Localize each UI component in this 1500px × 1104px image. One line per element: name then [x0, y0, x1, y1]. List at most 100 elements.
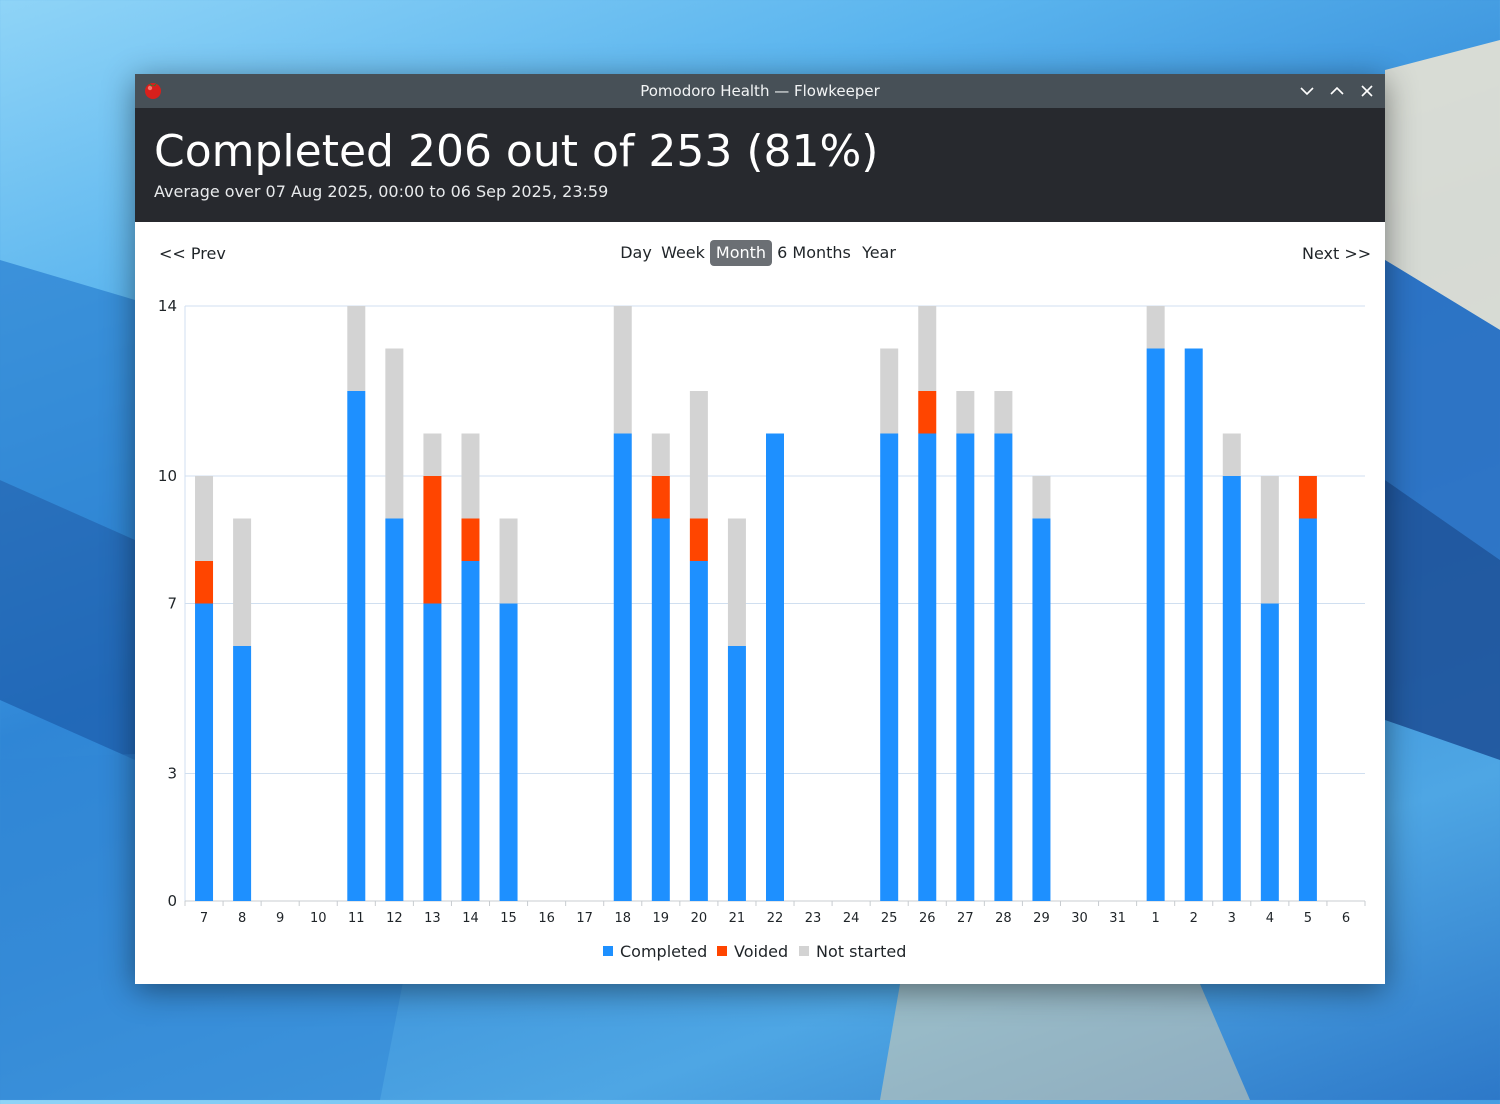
bar-not-started	[499, 518, 518, 604]
x-tick-label: 30	[1071, 911, 1088, 926]
x-tick-label: 23	[805, 911, 822, 926]
bar-completed	[1032, 518, 1051, 901]
bar-not-started	[423, 433, 442, 476]
x-tick-label: 16	[538, 911, 555, 926]
legend-not-started: Not started	[799, 942, 906, 961]
bar-voided	[651, 476, 670, 519]
bar-not-started	[956, 391, 975, 434]
x-tick-label: 27	[957, 911, 974, 926]
bar-not-started	[347, 306, 366, 391]
bar-not-started	[994, 391, 1013, 434]
app-window: Pomodoro Health — Flowkeeper Completed 2…	[135, 74, 1385, 984]
period-subtitle: Average over 07 Aug 2025, 00:00 to 06 Se…	[154, 182, 609, 201]
bar-not-started	[651, 433, 670, 476]
y-tick-label: 7	[167, 595, 177, 613]
x-tick-label: 24	[843, 911, 860, 926]
tab-6-months[interactable]: 6 Months	[777, 240, 851, 266]
title-bar[interactable]: Pomodoro Health — Flowkeeper	[135, 74, 1385, 108]
y-tick-label: 0	[167, 892, 177, 910]
x-tick-label: 4	[1266, 911, 1274, 926]
legend-label-voided: Voided	[734, 942, 789, 961]
legend-voided: Voided	[717, 942, 788, 961]
bar-not-started	[385, 348, 404, 519]
tab-month[interactable]: Month	[710, 240, 772, 266]
bar-voided	[195, 561, 214, 604]
bar-completed	[766, 433, 784, 901]
bar-not-started	[195, 476, 214, 561]
x-tick-label: 9	[276, 911, 284, 926]
legend-swatch-voided	[717, 946, 727, 956]
close-icon[interactable]	[1357, 81, 1377, 101]
legend-label-completed: Completed	[620, 942, 708, 961]
bar-not-started	[233, 518, 252, 646]
tab-week[interactable]: Week	[661, 240, 705, 266]
bar-not-started	[1260, 476, 1279, 604]
x-tick-label: 11	[348, 911, 365, 926]
legend-swatch-not-started	[799, 946, 809, 956]
bar-completed	[918, 433, 937, 901]
bar-completed	[233, 646, 252, 901]
x-tick-label: 5	[1304, 911, 1312, 926]
completion-headline: Completed 206 out of 253 (81%)	[154, 126, 879, 177]
bar-completed	[461, 561, 480, 901]
bar-not-started	[1146, 306, 1165, 349]
x-tick-label: 7	[200, 911, 208, 926]
bar-voided	[461, 518, 480, 561]
prev-button[interactable]: << Prev	[159, 244, 226, 263]
minimize-icon[interactable]	[1297, 81, 1317, 101]
y-tick-label: 3	[167, 765, 177, 783]
bar-not-started	[918, 306, 937, 391]
bar-completed	[499, 603, 518, 901]
x-tick-label: 3	[1228, 911, 1236, 926]
bar-voided	[423, 476, 442, 604]
bar-completed	[613, 433, 632, 901]
next-button[interactable]: Next >>	[1302, 244, 1371, 263]
bar-chart: 03710147 8 9 10 11 12 13 14 15 16 17 18 19 20 21 22 23 24…	[158, 297, 1366, 926]
tab-year[interactable]: Year	[860, 240, 898, 266]
bar-not-started	[613, 306, 632, 434]
x-tick-label: 10	[310, 911, 327, 926]
x-tick-label: 29	[1033, 911, 1050, 926]
bar-completed	[956, 433, 975, 901]
y-tick-label: 14	[158, 297, 177, 315]
x-tick-label: 26	[919, 911, 936, 926]
y-tick-label: 10	[158, 467, 177, 485]
bar-completed	[1260, 603, 1279, 901]
x-tick-label: 14	[462, 911, 479, 926]
x-tick-label: 18	[614, 911, 631, 926]
x-tick-label: 25	[881, 911, 898, 926]
bar-not-started	[689, 391, 708, 519]
x-tick-label: 19	[653, 911, 670, 926]
tab-day[interactable]: Day	[619, 240, 653, 266]
x-tick-label: 22	[767, 911, 784, 926]
bar-not-started	[1222, 433, 1241, 476]
x-tick-label: 1	[1152, 911, 1160, 926]
legend-label-not-started: Not started	[816, 942, 907, 961]
bar-completed	[880, 433, 899, 901]
bar-completed	[1222, 476, 1241, 901]
bar-completed	[1298, 518, 1317, 901]
bar-completed	[347, 391, 366, 901]
bar-completed	[651, 518, 670, 901]
x-tick-label: 28	[995, 911, 1012, 926]
bar-completed	[1184, 348, 1203, 901]
bar-completed	[1146, 348, 1165, 901]
bar-voided	[689, 518, 708, 561]
bar-not-started	[461, 433, 480, 519]
x-tick-label: 15	[500, 911, 517, 926]
bar-voided	[1298, 476, 1317, 519]
legend-swatch-completed	[603, 946, 613, 956]
x-tick-label: 13	[424, 911, 441, 926]
bar-completed	[994, 433, 1013, 901]
bar-completed	[727, 646, 746, 901]
maximize-icon[interactable]	[1327, 81, 1347, 101]
bar-not-started	[1032, 476, 1051, 519]
bar-completed	[385, 518, 404, 901]
bar-completed	[423, 603, 442, 901]
bar-voided	[918, 391, 937, 434]
window-title: Pomodoro Health — Flowkeeper	[640, 82, 880, 100]
x-tick-label: 20	[691, 911, 708, 926]
bar-not-started	[880, 348, 899, 434]
x-tick-label: 8	[238, 911, 246, 926]
bar-completed	[195, 603, 214, 901]
